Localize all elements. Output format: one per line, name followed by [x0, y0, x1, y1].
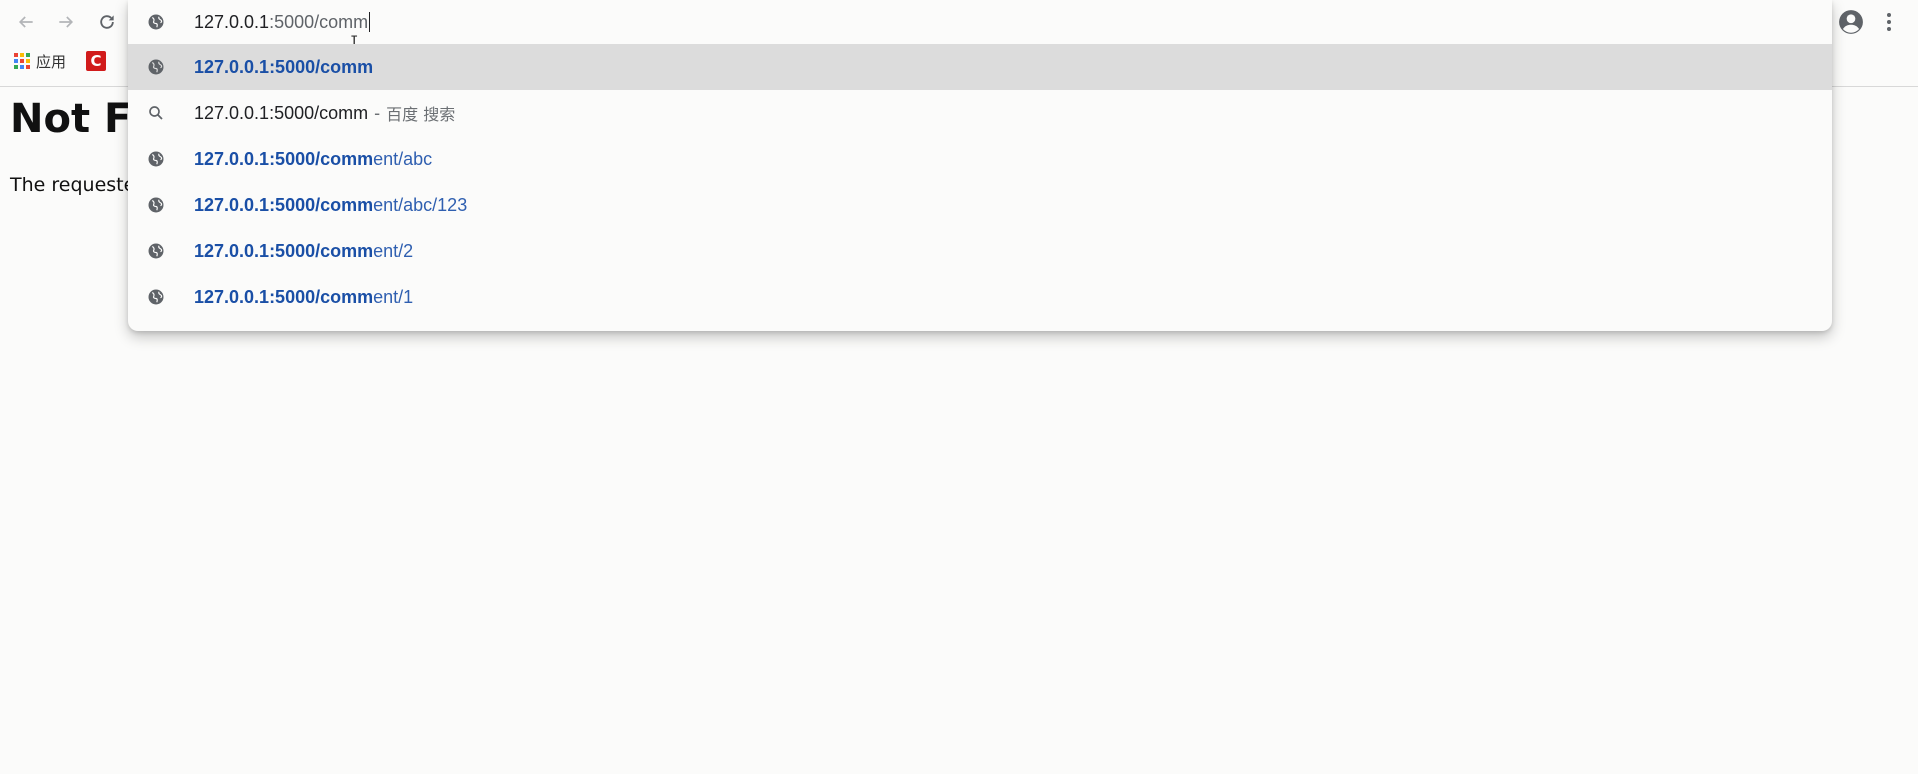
- account-circle-icon: [1839, 10, 1863, 34]
- globe-icon: [146, 57, 166, 77]
- text-caret: [369, 11, 371, 32]
- suggestion-rest: ent/abc/123: [373, 194, 468, 215]
- apps-grid-icon: [14, 53, 30, 69]
- arrow-left-icon: [18, 16, 33, 28]
- bookmarks-bar: 应用 C: [14, 48, 107, 74]
- more-vert-icon: [1887, 13, 1891, 17]
- globe-icon: [146, 195, 166, 215]
- search-icon: [146, 103, 166, 123]
- address-rest: :5000/comm: [269, 11, 369, 32]
- suggestion-rest: ent/abc: [373, 148, 433, 169]
- suggestion-row[interactable]: 127.0.0.1:5000/comm ent/abc/123: [128, 182, 1832, 228]
- globe-icon: [146, 287, 166, 307]
- suggestion-engine: 百度 搜索: [386, 105, 456, 124]
- bookmark-c[interactable]: C: [86, 51, 107, 71]
- bookmark-apps-label: 应用: [36, 52, 67, 71]
- suggestion-match: 127.0.0.1:5000/comm: [194, 148, 374, 169]
- globe-icon: [146, 12, 166, 32]
- omnibox-dropdown: 127.0.0.1:5000/comm I 127.0.0.1:5000/com…: [128, 0, 1832, 331]
- back-button[interactable]: [12, 8, 40, 36]
- reload-icon: [100, 15, 114, 29]
- suggestion-row[interactable]: 127.0.0.1:5000/comm ent/abc: [128, 136, 1832, 182]
- forward-button[interactable]: [52, 8, 80, 36]
- suggestion-rest: ent/1: [373, 286, 414, 307]
- suggestion-separator: -: [374, 102, 381, 123]
- suggestion-match: 127.0.0.1:5000/comm: [194, 240, 374, 261]
- globe-icon: [146, 149, 166, 169]
- suggestion-row[interactable]: 127.0.0.1:5000/comm ent/1: [128, 274, 1832, 320]
- profile-button[interactable]: [1838, 9, 1864, 35]
- suggestion-match: 127.0.0.1:5000/comm: [194, 194, 374, 215]
- suggestion-query: 127.0.0.1:5000/comm: [194, 102, 369, 123]
- menu-button[interactable]: [1882, 9, 1896, 35]
- reload-button[interactable]: [93, 8, 121, 36]
- address-host: 127.0.0.1: [194, 11, 270, 32]
- suggestion-row[interactable]: 127.0.0.1:5000/comm - 百度 搜索: [128, 90, 1832, 136]
- suggestion-match: 127.0.0.1:5000/comm: [194, 286, 374, 307]
- suggestion-rest: ent/2: [373, 240, 414, 261]
- arrow-right-icon: [59, 16, 74, 28]
- suggestion-list: 127.0.0.1:5000/comm 127.0.0.1:5000/comm -…: [128, 44, 1832, 320]
- globe-icon: [146, 241, 166, 261]
- bookmark-apps[interactable]: 应用: [14, 51, 66, 72]
- suggestion-row[interactable]: 127.0.0.1:5000/comm: [128, 44, 1832, 90]
- suggestion-match: 127.0.0.1:5000/comm: [194, 56, 374, 77]
- omnibox-input-row[interactable]: 127.0.0.1:5000/comm I: [128, 0, 1832, 50]
- address-bar-input[interactable]: 127.0.0.1:5000/comm: [194, 11, 794, 33]
- suggestion-row[interactable]: 127.0.0.1:5000/comm ent/2: [128, 228, 1832, 274]
